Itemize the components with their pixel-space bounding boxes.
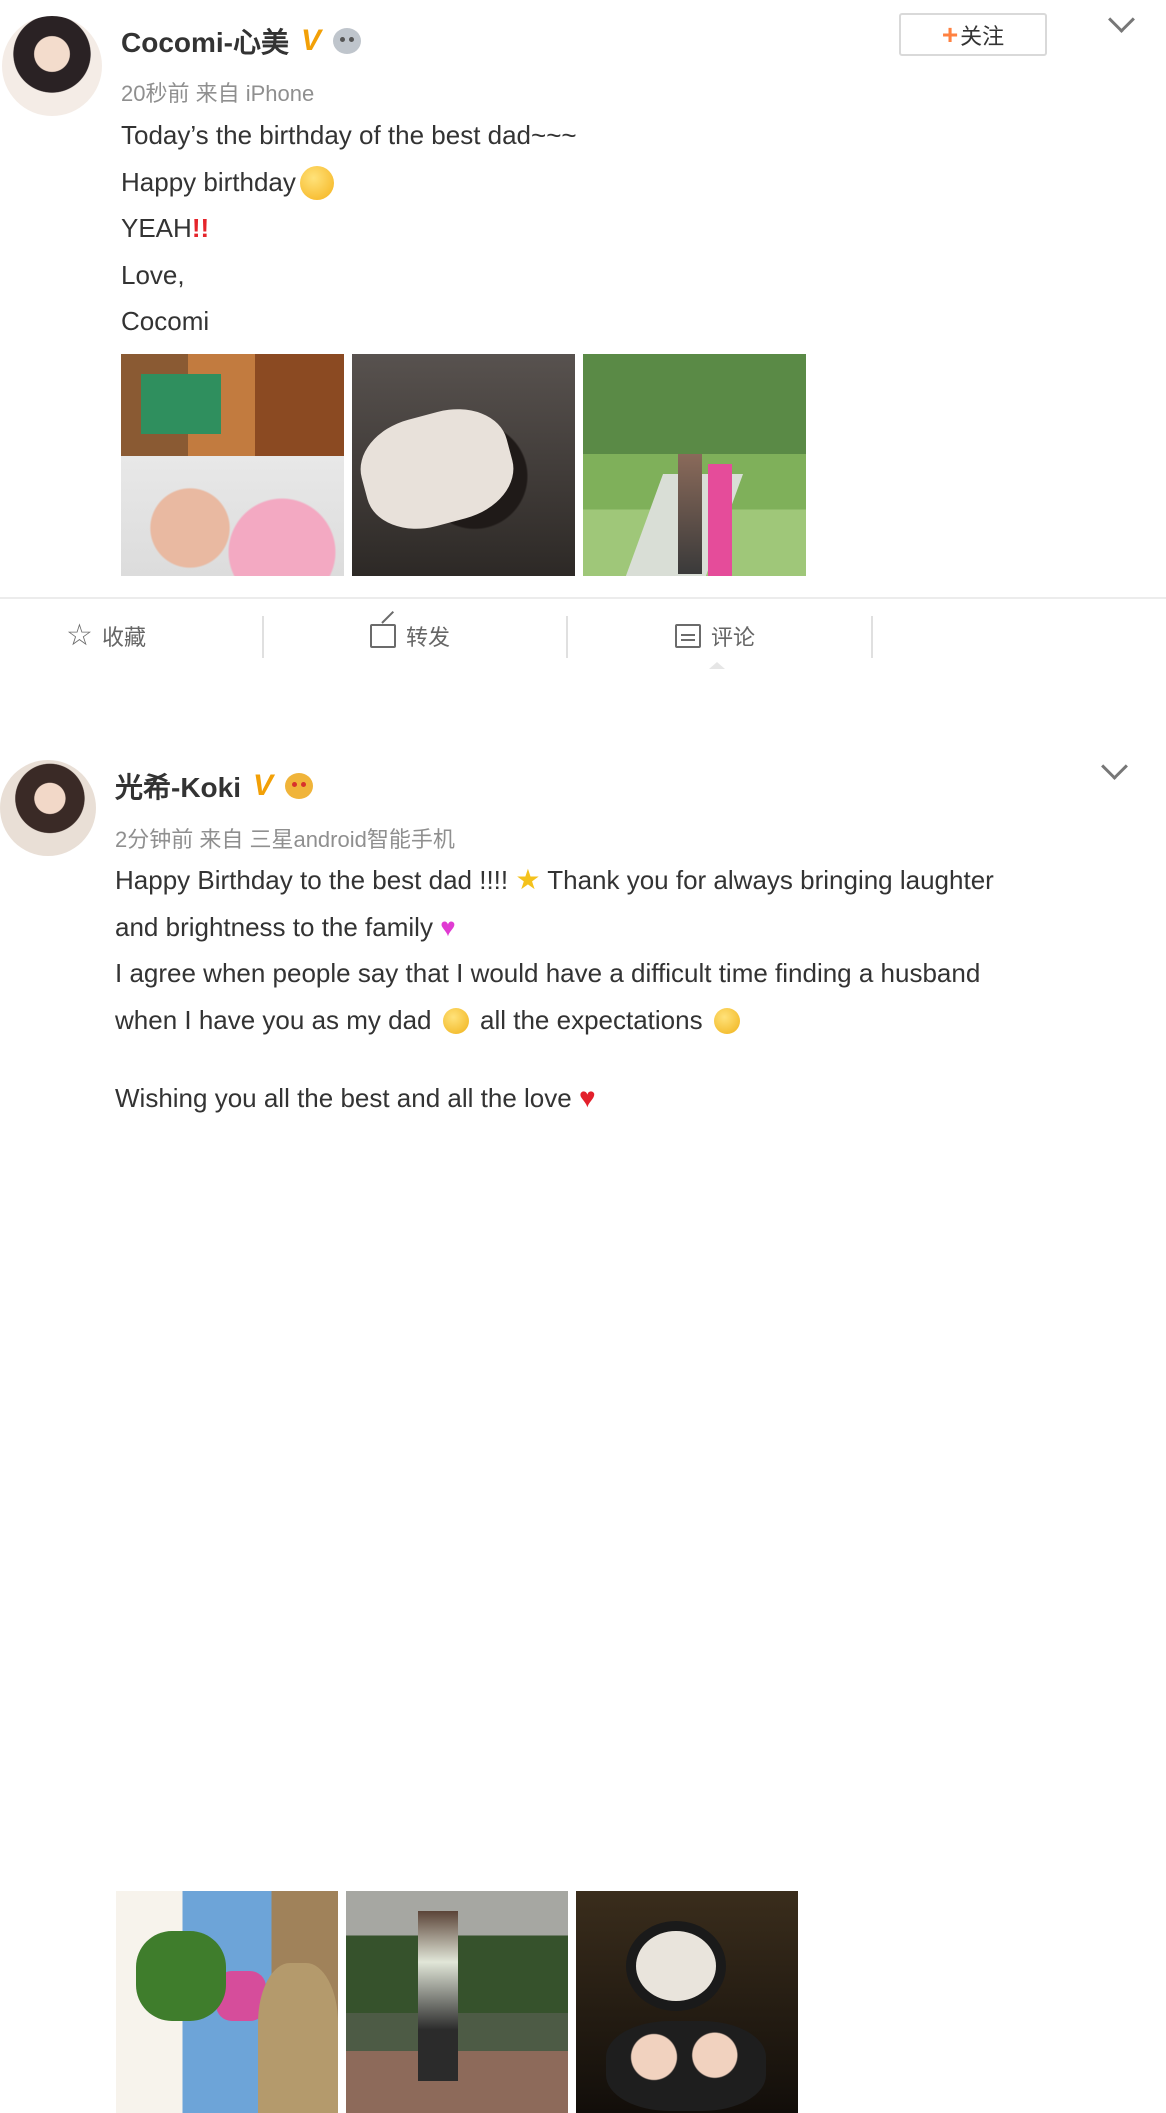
verified-icon: V	[301, 24, 322, 57]
pink-heart-icon: ♥	[440, 911, 456, 942]
text-line: I agree when people say that I would hav…	[115, 958, 981, 989]
chevron-down-icon[interactable]	[1101, 753, 1128, 780]
text-line: Cocomi	[121, 306, 210, 337]
repost-icon	[370, 624, 396, 648]
image-gallery	[116, 1891, 798, 2113]
action-bar: ☆ 收藏 转发 评论	[0, 608, 1166, 669]
text-line: YEAH!!	[121, 213, 210, 244]
caret-up-icon	[709, 662, 725, 669]
author-name[interactable]: Cocomi-心美	[121, 21, 289, 61]
divider	[566, 616, 568, 658]
repost-button[interactable]: 转发	[370, 620, 450, 652]
divider	[871, 616, 873, 658]
text-line: Love,	[121, 259, 185, 290]
post-koki: 光希-Koki V 2分钟前 来自 三星android智能手机 Happy Bi…	[0, 745, 1166, 2113]
red-heart-icon: ♥	[578, 1082, 596, 1114]
text-line: Today’s the birthday of the best dad~~~	[121, 120, 577, 150]
post-text: Happy Birthday to the best dad !!!! ★ Th…	[115, 857, 994, 1122]
laughing-emoji-icon	[442, 1007, 469, 1034]
photo-image	[576, 1891, 798, 2113]
photo-thumbnail[interactable]	[583, 354, 806, 576]
post-meta: 2分钟前 来自 三星android智能手机	[115, 827, 455, 852]
text-line: and brightness to the family ♥	[115, 911, 456, 942]
divider	[0, 597, 1166, 599]
avatar[interactable]	[0, 760, 96, 856]
laughing-emoji-icon	[713, 1007, 740, 1034]
plus-icon: +	[941, 18, 959, 50]
photo-thumbnail[interactable]	[116, 1891, 338, 2113]
member-icon	[333, 28, 362, 54]
member-icon	[285, 773, 314, 799]
smile-emoji-icon	[299, 165, 334, 200]
photo-thumbnail[interactable]	[346, 1891, 568, 2113]
repost-label: 转发	[406, 625, 451, 650]
image-gallery	[121, 354, 806, 576]
text-line: Happy Birthday to the best dad !!!! ★ Th…	[115, 864, 994, 895]
author-row: Cocomi-心美 V	[121, 21, 362, 61]
divider	[262, 616, 264, 658]
photo-thumbnail[interactable]	[576, 1891, 798, 2113]
photo-thumbnail[interactable]	[352, 354, 575, 576]
favorite-label: 收藏	[102, 625, 147, 650]
text-line: Wishing you all the best and all the lov…	[115, 1082, 596, 1114]
verified-icon: V	[253, 769, 274, 802]
author-name[interactable]: 光希-Koki	[115, 766, 241, 806]
text-line: Happy birthday	[121, 159, 577, 206]
text-line: when I have you as my dad all the expect…	[115, 997, 994, 1044]
avatar[interactable]	[2, 16, 102, 116]
post-text: Today’s the birthday of the best dad~~~ …	[121, 112, 577, 345]
star-outline-icon: ☆	[66, 619, 93, 652]
star-emoji-icon: ★	[515, 864, 541, 895]
post-meta: 20秒前 来自 iPhone	[121, 81, 315, 106]
comment-icon	[675, 624, 701, 648]
chevron-down-icon[interactable]	[1108, 6, 1135, 33]
follow-button[interactable]: + 关注	[899, 13, 1047, 56]
comment-button[interactable]: 评论	[675, 620, 755, 652]
comment-label: 评论	[711, 625, 756, 650]
post-cocomi: Cocomi-心美 V 20秒前 来自 iPhone + 关注 Today’s …	[0, 0, 1166, 600]
follow-label: 关注	[960, 23, 1005, 49]
favorite-button[interactable]: ☆ 收藏	[66, 620, 146, 652]
photo-thumbnail[interactable]	[121, 354, 344, 576]
double-exclamation-icon: !!	[191, 213, 210, 244]
author-row: 光希-Koki V	[115, 766, 314, 806]
